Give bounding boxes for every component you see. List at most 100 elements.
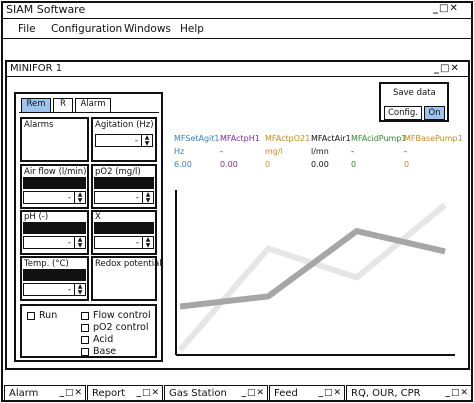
bottom-tab-label: RQ, OUR, CPR (351, 388, 421, 399)
metric-name: MFActpO21 (265, 134, 311, 143)
metric-unit: - (220, 147, 223, 156)
run-label: Run (39, 310, 58, 321)
metric-unit: l/mn (311, 147, 329, 156)
spinner-arrows-icon[interactable]: ▲ ▼ (141, 135, 152, 147)
run-checkbox[interactable]: Run (27, 310, 57, 321)
acid-label: Acid (93, 334, 114, 345)
bottom-tab-label: Alarm (9, 388, 39, 399)
metric-value: 0.00 (220, 160, 238, 169)
tab-alarm[interactable]: Alarm (75, 98, 111, 112)
metric-value: 6.00 (174, 160, 192, 169)
agitation-spinner[interactable]: - ▲ ▼ (95, 134, 153, 147)
base-label: Base (93, 346, 117, 357)
metric-unit: mg/l (265, 147, 283, 156)
title-divider (1, 18, 473, 19)
po2-control-checkbox[interactable]: pO2 control (81, 322, 149, 333)
tab-r[interactable]: R (53, 98, 73, 112)
ph-label: pH (-) (24, 212, 49, 222)
bottom-tab-controls[interactable]: _□✕ (445, 388, 469, 398)
spinner-arrows-icon[interactable]: ▲ ▼ (74, 237, 85, 249)
ph-spinner[interactable]: - ▲ ▼ (23, 236, 86, 249)
config-button[interactable]: Config. (384, 106, 422, 120)
bottom-tab-alarm[interactable]: Alarm _□✕ (4, 385, 86, 402)
trend-chart (175, 190, 455, 356)
checkbox-icon[interactable] (81, 311, 89, 320)
temp-spinner[interactable]: - ▲ ▼ (23, 283, 86, 296)
metric-actair: MFActAir1 l/mn 0.00 (311, 134, 351, 169)
metric-actph: MFActpH1 - 0.00 (220, 134, 260, 169)
metric-value: 0.00 (311, 160, 329, 169)
po2-spinner-value: - (135, 193, 139, 203)
po2-display (94, 177, 154, 189)
metric-name: MFActAir1 (311, 134, 351, 143)
flow-control-label: Flow control (93, 310, 151, 321)
metric-unit: Hz (174, 147, 185, 156)
menu-windows[interactable]: Windows (124, 23, 171, 35)
save-on-button[interactable]: On (424, 106, 445, 120)
bottom-tab-label: Gas Station (169, 388, 227, 399)
chart-series-line-1 (179, 228, 446, 310)
temp-label: Temp. (°C) (24, 259, 69, 269)
chart-series-line-0 (177, 202, 447, 352)
minifor-title: MINIFOR 1 (10, 63, 63, 74)
checkbox-icon[interactable] (81, 347, 89, 356)
temp-spinner-value: - (67, 285, 71, 295)
metric-unit: - (404, 147, 407, 156)
x-display (94, 222, 154, 234)
menu-configuration[interactable]: Configuration (51, 23, 122, 35)
metric-value: 0 (265, 160, 271, 169)
tab-rem[interactable]: Rem (21, 98, 51, 112)
bottom-tab-controls[interactable]: _□✕ (59, 388, 83, 398)
acid-checkbox[interactable]: Acid (81, 334, 113, 345)
metric-name: MFActpH1 (220, 134, 260, 143)
spinner-arrows-icon[interactable]: ▲ ▼ (142, 237, 153, 249)
po2-spinner[interactable]: - ▲ ▼ (94, 191, 154, 204)
tabs-underline (19, 112, 159, 113)
bottom-tab-label: Report (92, 388, 126, 399)
metric-actpo2: MFActpO21 mg/l 0 (265, 134, 310, 169)
metric-name: MFBasePump1 (404, 134, 463, 143)
bottom-tab-gas-station[interactable]: Gas Station _□✕ (164, 385, 268, 402)
metric-acidpump: MFAcidPump1 - 0 (351, 134, 407, 169)
menu-file[interactable]: File (18, 23, 36, 35)
bottom-tab-controls[interactable]: _□✕ (241, 388, 265, 398)
x-spinner[interactable]: - ▲ ▼ (94, 236, 154, 249)
metrics-row: MFSetAgit1 Hz 6.00 MFActpH1 - 0.00 MFAct… (174, 134, 470, 174)
app-window-controls[interactable]: _□✕ (433, 3, 459, 14)
checkbox-icon[interactable] (81, 323, 89, 332)
airflow-label: Air flow (l/min) (24, 167, 87, 177)
metric-setagit: MFSetAgit1 Hz 6.00 (174, 134, 220, 169)
bottom-tab-bar: Alarm _□✕ Report _□✕ Gas Station _□✕ Fee… (4, 385, 472, 402)
bottom-tab-controls[interactable]: _□✕ (136, 388, 160, 398)
bottom-tab-feed[interactable]: Feed _□✕ (269, 385, 345, 402)
menu-divider (1, 38, 473, 39)
minifor-window-controls[interactable]: _□✕ (434, 63, 460, 74)
spinner-arrows-icon[interactable]: ▲ ▼ (142, 192, 153, 204)
x-label: X (95, 212, 101, 222)
checkbox-icon[interactable] (27, 311, 35, 320)
airflow-spinner[interactable]: - ▲ ▼ (23, 191, 86, 204)
po2-label: pO2 (mg/l) (95, 167, 141, 177)
alarms-label: Alarms (24, 120, 54, 130)
airflow-display (23, 177, 86, 189)
agitation-spinner-value: - (134, 136, 138, 146)
base-checkbox[interactable]: Base (81, 346, 116, 357)
metric-basepump: MFBasePump1 - 0 (404, 134, 463, 169)
metric-name: MFAcidPump1 (351, 134, 407, 143)
app-title: SIAM Software (6, 3, 86, 16)
checkbox-icon[interactable] (81, 335, 89, 344)
save-data-title: Save data (393, 88, 436, 98)
menu-help[interactable]: Help (180, 23, 204, 35)
x-spinner-value: - (135, 238, 139, 248)
bottom-tab-rq-our-cpr[interactable]: RQ, OUR, CPR _□✕ (346, 385, 472, 402)
bottom-tab-controls[interactable]: _□✕ (318, 388, 342, 398)
metric-value: 0 (404, 160, 410, 169)
flow-control-checkbox[interactable]: Flow control (81, 310, 151, 321)
spinner-arrows-icon[interactable]: ▲ ▼ (74, 284, 85, 296)
metric-name: MFSetAgit1 (174, 134, 220, 143)
temp-display (23, 269, 86, 281)
minifor-title-divider (5, 76, 470, 77)
bottom-tab-report[interactable]: Report _□✕ (87, 385, 163, 402)
metric-unit: - (351, 147, 354, 156)
spinner-arrows-icon[interactable]: ▲ ▼ (74, 192, 85, 204)
